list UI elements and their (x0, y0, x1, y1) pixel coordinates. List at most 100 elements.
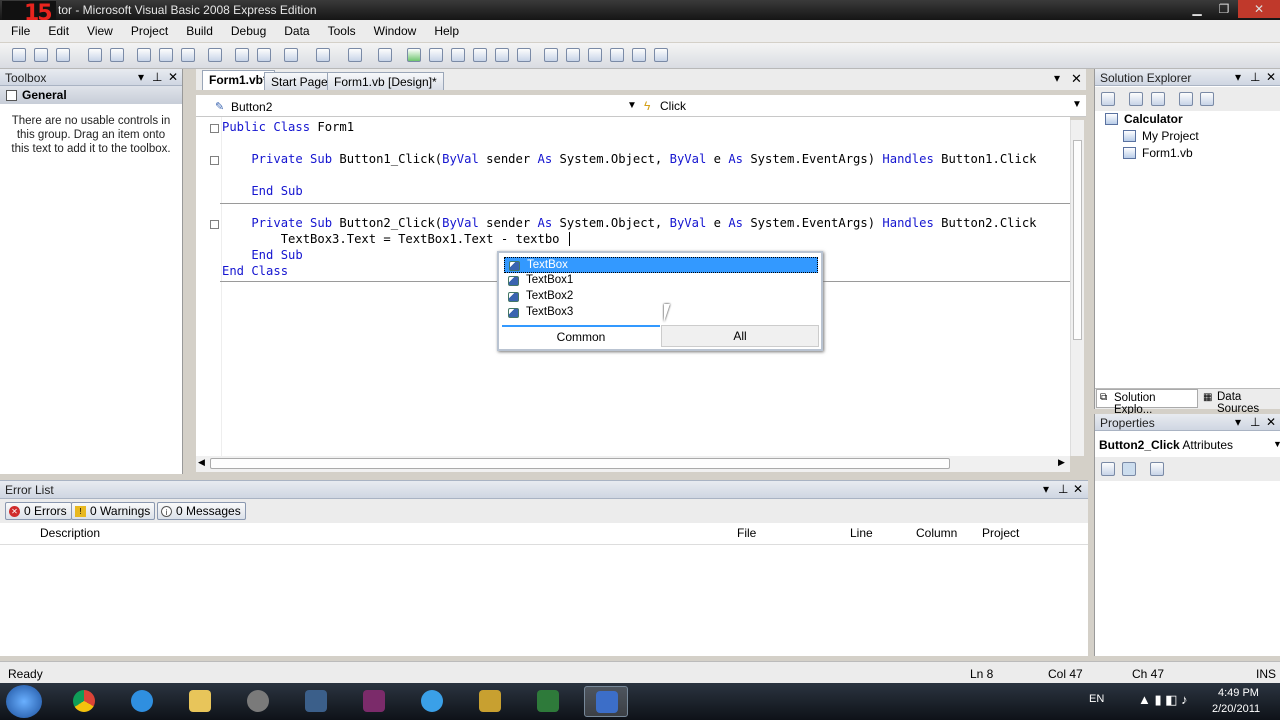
errors-filter-button[interactable]: ✕ 0 Errors (5, 502, 72, 520)
toolbox-empty-message[interactable]: There are no usable controls in this gro… (0, 104, 182, 166)
dropdown-icon[interactable]: ▾ (138, 70, 144, 84)
stop-icon[interactable] (451, 48, 465, 62)
undo-icon[interactable] (284, 48, 298, 62)
language-indicator[interactable]: EN (1089, 693, 1104, 705)
taskbar-itunes[interactable] (410, 686, 454, 717)
menu-tools[interactable]: Tools (317, 20, 363, 38)
show-all-files-icon[interactable] (1129, 92, 1143, 106)
tab-start-page[interactable]: Start Page (264, 72, 335, 90)
intellisense-tab-all[interactable]: All (661, 325, 819, 347)
save-icon[interactable] (88, 48, 102, 62)
find-icon[interactable] (208, 48, 222, 62)
data-sources-icon[interactable] (654, 48, 668, 62)
column-file[interactable]: File (737, 526, 756, 544)
cut-icon[interactable] (137, 48, 151, 62)
column-column[interactable]: Column (916, 526, 957, 544)
close-icon[interactable]: ✕ (168, 70, 178, 84)
editor-horizontal-scrollbar[interactable]: ◀ ▶ (196, 456, 1070, 472)
step-into-icon[interactable] (473, 48, 487, 62)
menu-file[interactable]: File (0, 20, 37, 38)
clock-date[interactable]: 2/20/2011 (1212, 703, 1260, 715)
tab-dropdown-icon[interactable]: ▾ (1054, 71, 1060, 85)
completion-item[interactable]: TextBox1 (504, 273, 818, 289)
taskbar-excel[interactable] (526, 686, 570, 717)
view-code-icon[interactable] (1179, 92, 1193, 106)
start-debugging-icon[interactable] (407, 48, 421, 62)
refresh-icon[interactable] (1151, 92, 1165, 106)
menu-edit[interactable]: Edit (37, 20, 76, 38)
toolbox-group-general[interactable]: General (0, 86, 182, 104)
vertical-scroll-thumb[interactable] (1073, 140, 1082, 340)
error-list-icon[interactable] (632, 48, 646, 62)
collapse-sub2-icon[interactable] (210, 220, 219, 229)
minimize-button[interactable]: ▁ (1184, 0, 1210, 18)
collapse-class-icon[interactable] (210, 124, 219, 133)
pin-icon[interactable]: ⊥ (1250, 415, 1260, 429)
close-icon[interactable]: ✕ (1266, 70, 1276, 84)
object-dropdown[interactable]: ✎ Button2 ▼ (202, 97, 637, 115)
menu-debug[interactable]: Debug (220, 20, 273, 38)
property-pages-icon[interactable] (1150, 462, 1164, 476)
column-description[interactable]: Description (40, 526, 100, 544)
menu-data[interactable]: Data (273, 20, 316, 38)
alphabetical-icon[interactable] (1122, 462, 1136, 476)
categorized-icon[interactable] (1101, 462, 1115, 476)
open-file-icon[interactable] (34, 48, 48, 62)
step-over-icon[interactable] (495, 48, 509, 62)
column-line[interactable]: Line (850, 526, 873, 544)
navigate-forward-icon[interactable] (378, 48, 392, 62)
tab-data-sources[interactable]: ▦ Data Sources (1200, 390, 1280, 415)
taskbar-hp[interactable] (236, 686, 280, 717)
paste-icon[interactable] (181, 48, 195, 62)
pin-icon[interactable]: ⊥ (1250, 70, 1260, 84)
tree-item-my-project[interactable]: My Project (1142, 129, 1199, 143)
completion-item[interactable]: TextBox (504, 257, 818, 273)
tray-icons[interactable]: ▲ ▮ ◧ ♪ (1138, 692, 1188, 708)
uncomment-icon[interactable] (257, 48, 271, 62)
taskbar-explorer[interactable] (178, 686, 222, 717)
project-node[interactable]: Calculator (1124, 112, 1183, 126)
maximize-button[interactable]: ❐ (1211, 0, 1237, 18)
navigate-back-icon[interactable] (348, 48, 362, 62)
new-project-icon[interactable] (12, 48, 26, 62)
menu-view[interactable]: View (76, 20, 120, 38)
event-dropdown[interactable]: ϟ Click ▼ (640, 97, 1086, 115)
close-document-icon[interactable]: ✕ (1071, 71, 1082, 87)
add-item-icon[interactable] (56, 48, 70, 62)
taskbar-checkmark-app[interactable] (294, 686, 338, 717)
pause-icon[interactable] (429, 48, 443, 62)
menu-help[interactable]: Help (423, 20, 466, 38)
horizontal-scroll-thumb[interactable] (210, 458, 950, 469)
start-button[interactable] (6, 685, 42, 718)
taskbar-visual-basic[interactable] (584, 686, 628, 717)
step-out-icon[interactable] (517, 48, 531, 62)
scroll-left-icon[interactable]: ◀ (198, 457, 205, 468)
column-project[interactable]: Project (982, 526, 1019, 544)
dropdown-icon[interactable]: ▾ (1235, 415, 1241, 429)
taskbar-winrar[interactable] (352, 686, 396, 717)
completion-item[interactable]: TextBox3 (504, 305, 818, 321)
view-designer-icon[interactable] (1200, 92, 1214, 106)
menu-window[interactable]: Window (363, 20, 424, 38)
object-browser-icon[interactable] (588, 48, 602, 62)
comment-icon[interactable] (235, 48, 249, 62)
redo-icon[interactable] (316, 48, 330, 62)
taskbar-chrome[interactable] (62, 686, 106, 717)
messages-filter-button[interactable]: i 0 Messages (157, 502, 246, 520)
pin-icon[interactable]: ⊥ (1058, 482, 1068, 496)
clock-time[interactable]: 4:49 PM (1218, 687, 1259, 699)
copy-icon[interactable] (159, 48, 173, 62)
collapse-sub1-icon[interactable] (210, 156, 219, 165)
menu-build[interactable]: Build (175, 20, 220, 38)
toolbox-icon[interactable] (610, 48, 624, 62)
show-properties-icon[interactable] (1101, 92, 1115, 106)
tab-form1-design[interactable]: Form1.vb [Design]* (327, 72, 444, 90)
tree-item-form1[interactable]: Form1.vb (1142, 146, 1193, 160)
close-icon[interactable]: ✕ (1073, 482, 1083, 496)
save-all-icon[interactable] (110, 48, 124, 62)
warnings-filter-button[interactable]: ! 0 Warnings (71, 502, 156, 520)
taskbar-r-app[interactable] (468, 686, 512, 717)
editor-vertical-scrollbar[interactable] (1070, 120, 1084, 456)
dropdown-icon[interactable]: ▾ (1043, 482, 1049, 496)
dropdown-icon[interactable]: ▾ (1235, 70, 1241, 84)
